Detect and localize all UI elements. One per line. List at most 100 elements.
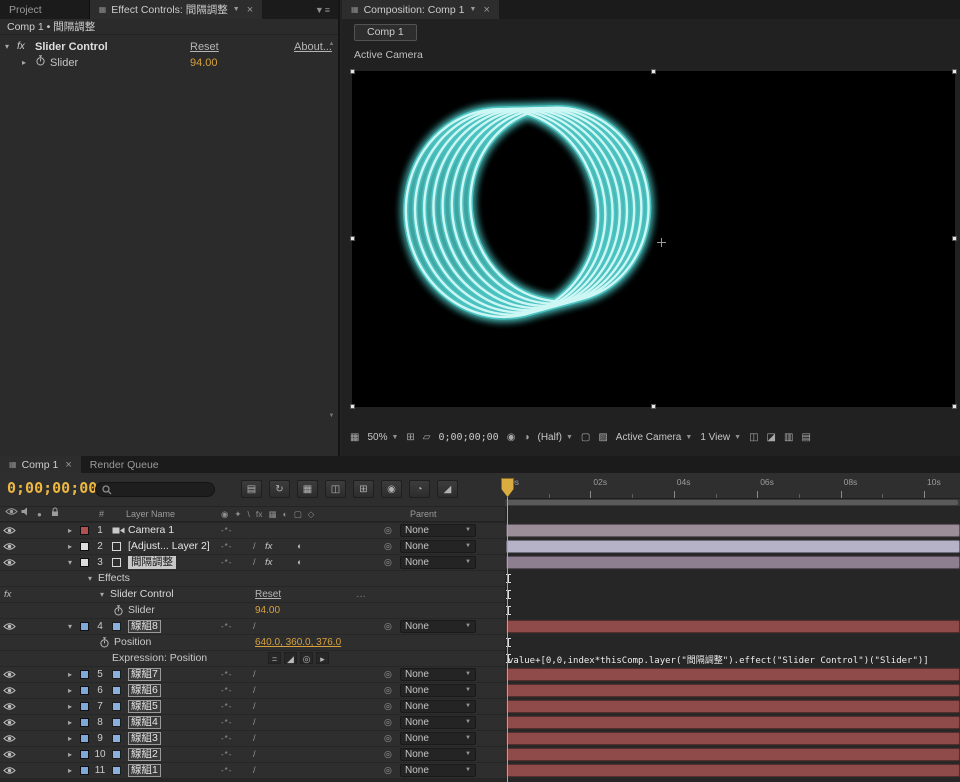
parent-column-label[interactable]: Parent — [410, 507, 437, 522]
expression-graph-icon[interactable]: ◢ — [284, 652, 297, 664]
layer-row[interactable]: ▸6線組6-*-/◎None▼ — [0, 683, 960, 699]
selection-handle[interactable] — [952, 236, 957, 241]
property-label[interactable]: Position — [114, 635, 151, 650]
layer-switches[interactable]: -*- — [221, 683, 232, 698]
prop-row[interactable]: Slider94.00 — [0, 603, 960, 619]
layer-duration-bar[interactable] — [506, 748, 960, 761]
layer-name[interactable]: 線組2 — [128, 748, 161, 761]
fx-switch[interactable]: fx — [265, 539, 272, 554]
layer-row[interactable]: ▸9線組3-*-/◎None▼ — [0, 731, 960, 747]
frame-blend-icon[interactable]: ⊞ — [353, 480, 374, 498]
tab-project[interactable]: Project — [0, 0, 51, 19]
layer-switches[interactable]: -*- — [221, 619, 232, 634]
parent-pickwhip-icon[interactable]: ◎ — [384, 715, 392, 730]
parent-pickwhip-icon[interactable]: ◎ — [384, 667, 392, 682]
quality-switch[interactable]: / — [253, 555, 256, 570]
layer-switches[interactable]: -*- — [221, 667, 232, 682]
layer-duration-bar[interactable] — [506, 684, 960, 697]
expand-arrow-icon[interactable]: ▸ — [22, 55, 26, 71]
show-channel-icon[interactable]: ◑ — [523, 432, 529, 443]
expand-arrow-icon[interactable]: ▸ — [64, 763, 76, 778]
scroll-down-icon[interactable]: ▼ — [327, 412, 336, 421]
layer-duration-bar[interactable] — [506, 700, 960, 713]
layer-name[interactable]: 線組6 — [128, 684, 161, 697]
parent-dropdown[interactable]: None▼ — [400, 668, 476, 681]
adjustment-layer-switch[interactable]: ◐ — [297, 539, 302, 554]
group-row[interactable]: ▾Effects — [0, 571, 960, 587]
reset-link[interactable]: Reset — [255, 587, 281, 602]
layer-name[interactable]: [Adjust... Layer 2] — [128, 539, 210, 554]
selection-handle[interactable] — [952, 404, 957, 409]
property-value[interactable]: 640.0, 360.0, 376.0 — [255, 635, 341, 650]
stopwatch-icon[interactable] — [36, 55, 45, 71]
magnification-grid-icon[interactable]: ▦ — [350, 432, 359, 443]
label-color-swatch[interactable] — [80, 750, 89, 759]
slider-value[interactable]: 94.00 — [190, 55, 218, 71]
camera-view-select[interactable]: Active Camera▼ — [616, 432, 693, 443]
stopwatch-icon[interactable] — [114, 605, 123, 620]
label-color-swatch[interactable] — [80, 526, 89, 535]
layer-row[interactable]: ▸1Camera 1-*-◎None▼ — [0, 523, 960, 539]
parent-pickwhip-icon[interactable]: ◎ — [384, 539, 392, 554]
tab-composition[interactable]: ▦ Composition: Comp 1 ▼ × — [342, 0, 499, 19]
expression-menu-icon[interactable]: ▸ — [316, 652, 329, 664]
parent-dropdown[interactable]: None▼ — [400, 556, 476, 569]
expand-arrow-icon[interactable]: ▸ — [64, 667, 76, 682]
chevron-down-icon[interactable]: ▼ — [470, 6, 477, 13]
quality-switch[interactable]: / — [253, 699, 256, 714]
effect-fx-icon[interactable]: fx — [17, 39, 25, 55]
expand-arrow-icon[interactable]: ▸ — [64, 747, 76, 762]
panel-menu-icon[interactable]: ▼≡ — [308, 5, 338, 15]
tab-render-queue[interactable]: Render Queue — [81, 456, 168, 473]
timeline-button-icon[interactable]: ▥ — [784, 432, 793, 443]
motion-blur-icon[interactable]: ◉ — [381, 480, 402, 498]
expand-arrow-icon[interactable]: ▸ — [64, 699, 76, 714]
parent-pickwhip-icon[interactable]: ◎ — [384, 683, 392, 698]
current-time-display[interactable]: 0;00;00;00 — [7, 479, 97, 497]
draft-3d-icon[interactable]: ▦ — [297, 480, 318, 498]
quality-switch[interactable]: / — [253, 619, 256, 634]
label-color-swatch[interactable] — [80, 542, 89, 551]
fx-switch[interactable]: fx — [265, 555, 272, 570]
expand-arrow-icon[interactable]: ▸ — [64, 683, 76, 698]
layer-name[interactable]: 線組8 — [128, 620, 161, 633]
expand-arrow-icon[interactable]: ▸ — [64, 715, 76, 730]
parent-pickwhip-icon[interactable]: ◎ — [384, 555, 392, 570]
layer-duration-bar[interactable] — [506, 524, 960, 537]
layer-row[interactable]: ▸7線組5-*-/◎None▼ — [0, 699, 960, 715]
layer-name[interactable]: 線組3 — [128, 732, 161, 745]
collapse-arrow-icon[interactable]: ▾ — [84, 571, 96, 586]
expression-pickwhip-icon[interactable]: ◎ — [300, 652, 313, 664]
search-box[interactable] — [95, 482, 215, 497]
layer-row[interactable]: ▾3間隔調整-*-/fx◐◎None▼ — [0, 555, 960, 571]
parent-dropdown[interactable]: None▼ — [400, 524, 476, 537]
selection-handle[interactable] — [651, 69, 656, 74]
reset-link[interactable]: Reset — [190, 39, 219, 55]
parent-dropdown[interactable]: None▼ — [400, 748, 476, 761]
graph-editor-icon[interactable]: ◢ — [437, 480, 458, 498]
close-icon[interactable]: × — [247, 4, 253, 16]
expr-row[interactable]: Expression: Position=◢◎▸value+[0,0,index… — [0, 651, 960, 667]
quality-switch[interactable]: / — [253, 667, 256, 682]
view-layout-select[interactable]: 1 View▼ — [700, 432, 741, 443]
property-value[interactable]: 94.00 — [255, 603, 280, 618]
parent-dropdown[interactable]: None▼ — [400, 684, 476, 697]
scroll-up-icon[interactable]: ▲ — [327, 40, 336, 49]
parent-dropdown[interactable]: None▼ — [400, 732, 476, 745]
expand-arrow-icon[interactable]: ▸ — [64, 731, 76, 746]
quality-switch[interactable]: / — [253, 715, 256, 730]
work-area-bar[interactable] — [505, 499, 960, 506]
expand-arrow-icon[interactable]: ▸ — [64, 539, 76, 554]
magnification-select[interactable]: 50%▼ — [367, 432, 398, 443]
quality-switch[interactable]: / — [253, 731, 256, 746]
resolution-select[interactable]: (Half)▼ — [538, 432, 573, 443]
layer-row[interactable]: ▸11線組1-*-/◎None▼ — [0, 763, 960, 779]
parent-dropdown[interactable]: None▼ — [400, 764, 476, 777]
mask-visibility-icon[interactable]: ▱ — [423, 432, 431, 443]
current-time-indicator-line[interactable] — [507, 496, 508, 782]
layer-row[interactable]: ▸10線組2-*-/◎None▼ — [0, 747, 960, 763]
selection-handle[interactable] — [350, 69, 355, 74]
layer-switches[interactable]: -*- — [221, 699, 232, 714]
live-update-icon[interactable]: ↻ — [269, 480, 290, 498]
label-color-swatch[interactable] — [80, 734, 89, 743]
